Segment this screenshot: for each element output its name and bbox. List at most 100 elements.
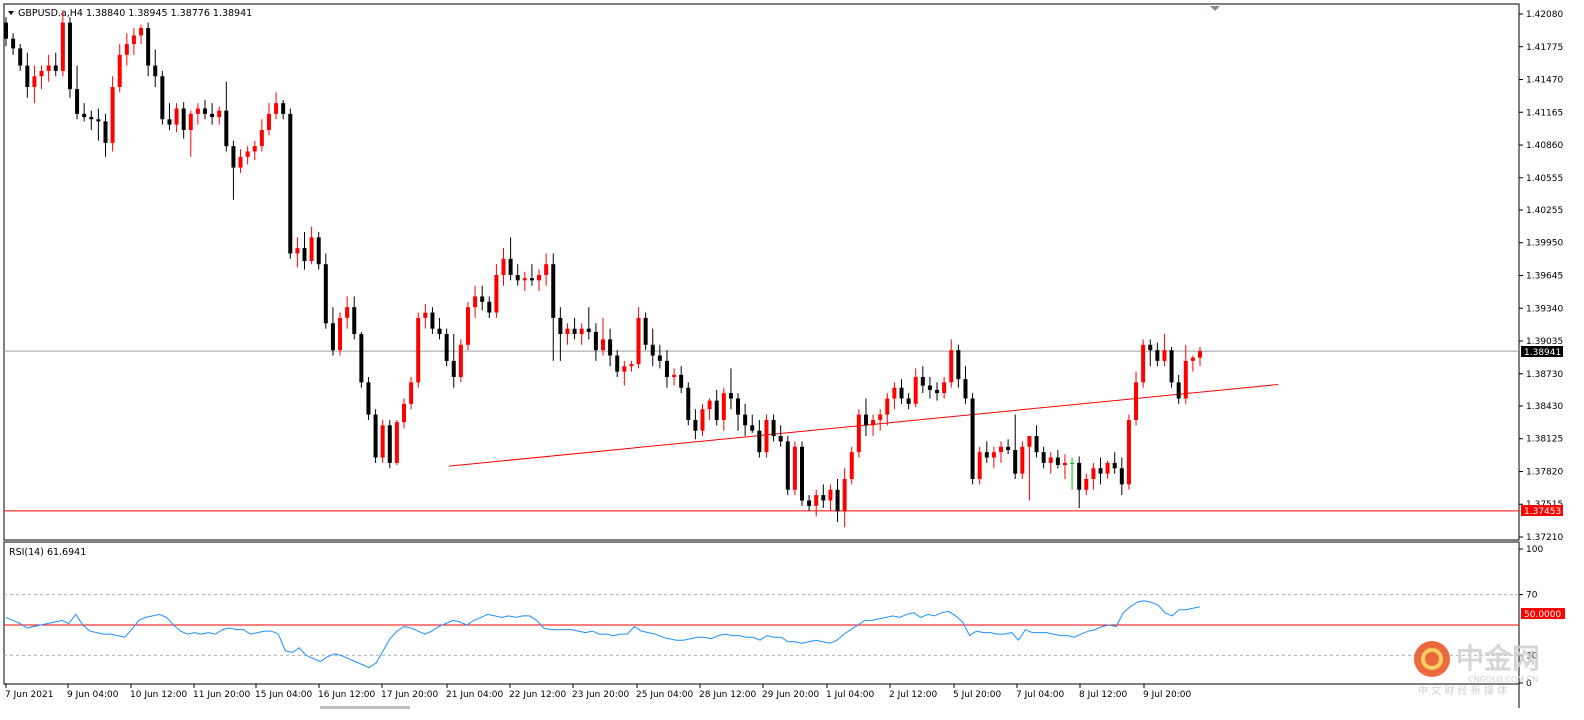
candle-body [409,382,414,404]
candle [643,312,648,351]
candle-body [18,48,23,66]
candle-body [345,307,350,318]
candle-body [110,87,115,143]
candle-body [131,35,136,45]
candle [1169,346,1174,388]
candle-body [1034,436,1039,453]
candle [686,382,691,426]
candle-body [679,374,684,388]
candle-body [1091,468,1096,480]
support-price-tag: 1.37453 [1521,505,1563,517]
rsi-level-tag: 50.0000 [1521,608,1565,620]
candle-body [800,446,804,501]
candle-body [117,54,122,88]
price-tick-label: 1.38125 [1526,435,1563,445]
candle-body [757,430,762,453]
candle-body [814,495,819,506]
candle-body [629,364,634,367]
chart-canvas[interactable]: GBPUSD.a,H4 1.38840 1.38945 1.38776 1.38… [0,0,1584,716]
current-price-tag: 1.38941 [1521,346,1563,358]
candle-body [501,258,506,275]
watermark-domain: CNGOLD.COM.CN [1468,675,1538,684]
candle-body [878,414,883,420]
scroll-indicator[interactable] [320,706,410,709]
candle-body [444,334,449,361]
candle [1126,414,1131,490]
candle [160,70,165,125]
time-tick-label: 10 Jun 12:00 [130,690,187,700]
price-tick-label: 1.37820 [1526,467,1563,477]
candle-body [487,301,492,313]
price-tick-label: 1.39645 [1526,272,1563,282]
candle-body [32,76,37,88]
candle-body [700,409,705,431]
time-tick-label: 28 Jun 12:00 [699,690,756,700]
price-axis: 1.42080 1.41775 1.41470 1.41165 1.40860 1.405… [1519,10,1563,543]
candle-body [593,331,598,351]
time-tick-label: 17 Jun 20:00 [381,690,438,700]
candle-body [1070,462,1075,464]
candle-body [899,387,904,399]
candle [970,393,975,485]
candle-body [416,317,421,383]
candle-body [1084,479,1089,490]
candle-body [956,350,961,380]
candle-body [1013,450,1018,474]
candle-body [785,441,790,490]
candle-body [473,296,478,308]
candle-body [906,398,911,404]
candle [316,232,321,270]
candle-body [494,274,499,313]
candle-body [828,489,833,501]
candle-body [529,278,534,281]
candle-body [437,328,442,335]
candle-body [650,344,655,356]
candle-body [522,278,527,281]
candle-body [821,495,826,501]
candle-body [67,22,72,90]
candle-body [778,436,783,442]
rsi-tick-label: 100 [1526,545,1543,555]
candle-body [359,334,364,383]
candle-body [1126,419,1131,485]
price-tick-label: 1.42080 [1526,10,1563,20]
candle-body [551,264,556,318]
rsi-header: RSI(14) 61.6941 [9,547,86,558]
candle-body [515,274,520,281]
candle-body [1020,446,1025,474]
current-price-label: 1.38941 [1524,348,1561,358]
watermark-logo-text: 中金网 [1456,642,1540,675]
candle-body [160,76,165,120]
candle-body [750,425,755,431]
candle [323,253,328,329]
candle-body [96,119,101,122]
candle-body [608,339,613,356]
candle [849,446,854,485]
candle-body [4,22,8,39]
candle-body [579,328,584,335]
time-tick-label: 2 Jul 12:00 [889,690,938,700]
symbol-header: GBPUSD.a,H4 1.38840 1.38945 1.38776 1.38… [18,8,252,19]
cngold-logo-icon [1414,641,1450,677]
price-tick-label: 1.38430 [1526,402,1563,412]
candle-body [935,389,940,394]
candle-body [856,414,861,453]
candle-body [1190,357,1195,361]
candle [465,301,470,351]
candle [416,312,421,388]
price-tick-label: 1.38730 [1526,370,1563,380]
candle-body [892,387,897,399]
candle-body [537,274,542,281]
candle-body [1141,344,1146,383]
candle-body [1041,452,1046,463]
candle-body [1148,344,1153,351]
candle-body [181,108,186,130]
candle-body [736,398,741,415]
candle-body [46,65,51,71]
candle [359,331,364,388]
price-tick-label: 1.41775 [1526,43,1563,53]
time-tick-label: 21 Jun 04:00 [446,690,503,700]
candle-body [991,452,996,458]
candle-body [430,312,435,329]
candle-body [302,248,307,262]
